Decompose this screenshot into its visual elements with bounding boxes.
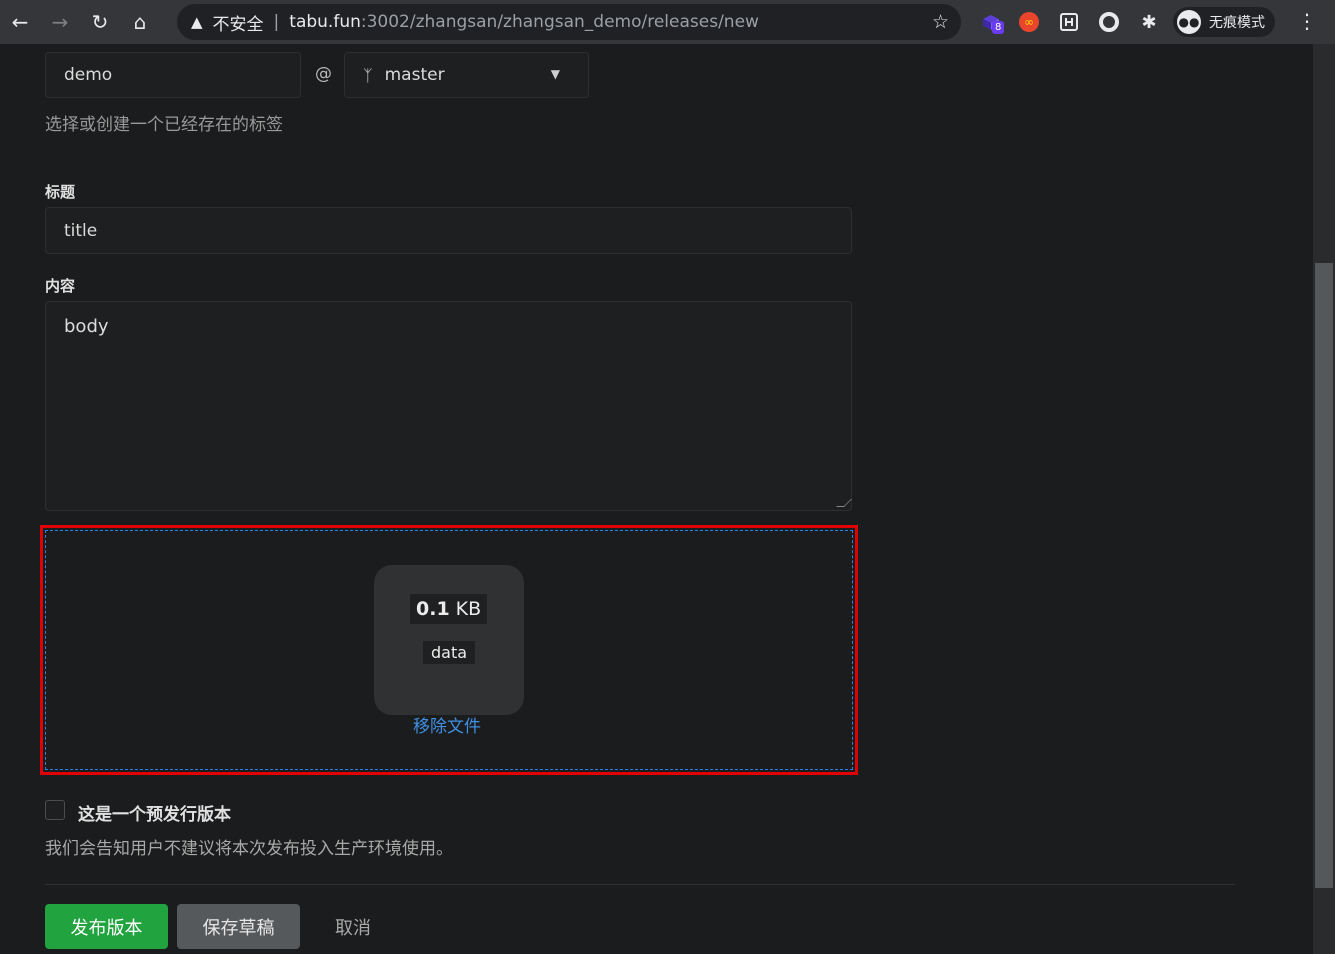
address-bar[interactable]: ▲ 不安全 | tabu.fun:3002/zhangsan/zhangsan_… (177, 4, 961, 40)
branch-value: master (384, 65, 445, 85)
save-draft-button[interactable]: 保存草稿 (177, 904, 300, 949)
browser-toolbar: ← → ↻ ⌂ ▲ 不安全 | tabu.fun:3002/zhangsan/z… (0, 0, 1335, 44)
title-input-value: title (64, 220, 98, 241)
back-icon[interactable]: ← (0, 0, 40, 44)
incognito-indicator[interactable]: ●● 无痕模式 (1173, 7, 1275, 37)
incognito-icon: ●● (1177, 10, 1201, 34)
at-symbol: @ (315, 64, 332, 84)
file-size-value: 0.1 (416, 598, 450, 620)
security-status: 不安全 (212, 14, 264, 35)
extension-badge: 8 (992, 21, 1005, 34)
infinity-extension-icon[interactable]: ∞ (1018, 11, 1040, 33)
file-name: data (423, 641, 476, 664)
divider (45, 884, 1235, 885)
url-host: tabu.fun (289, 12, 361, 32)
content-label: 内容 (45, 277, 76, 295)
bookmark-star-icon[interactable]: ☆ (932, 11, 949, 33)
git-branch-icon: ᛉ (363, 65, 373, 85)
cancel-button[interactable]: 取消 (320, 904, 386, 949)
separator: | (273, 12, 280, 32)
file-size-unit: KB (455, 598, 482, 620)
file-preview-card (374, 565, 524, 715)
title-label: 标题 (45, 183, 76, 201)
resize-handle[interactable] (836, 499, 852, 507)
prerelease-description: 我们会告知用户不建议将本次发布投入生产环境使用。 (45, 839, 453, 859)
circle-extension-icon[interactable] (1098, 11, 1120, 33)
remove-file-link[interactable]: 移除文件 (413, 712, 481, 737)
caret-down-icon: ▼ (550, 67, 560, 81)
content-textarea[interactable]: body (45, 301, 852, 511)
incognito-label: 无痕模式 (1209, 15, 1265, 31)
forward-icon[interactable]: → (40, 0, 80, 44)
extension-puzzle-cube-icon[interactable]: 8 (980, 11, 1005, 34)
tag-input[interactable]: demo (45, 52, 301, 98)
h-extension-icon[interactable] (1058, 11, 1080, 33)
file-size: 0.1 KB (410, 594, 488, 624)
tag-hint: 选择或创建一个已经存在的标签 (45, 115, 283, 135)
tag-input-value: demo (64, 65, 113, 85)
home-icon[interactable]: ⌂ (120, 0, 160, 44)
browser-menu-icon[interactable]: ⋮ (1297, 9, 1317, 33)
url-path: :3002/zhangsan/zhangsan_demo/releases/ne… (360, 12, 759, 32)
svg-text:∞: ∞ (1024, 15, 1034, 29)
scrollbar-thumb[interactable] (1315, 263, 1333, 888)
branch-dropdown[interactable]: ᛉ master ▼ (344, 52, 589, 98)
prerelease-label[interactable]: 这是一个预发行版本 (78, 800, 231, 825)
prerelease-checkbox[interactable] (45, 800, 65, 820)
extensions-puzzle-icon[interactable]: ✱ (1138, 11, 1160, 33)
warning-icon: ▲ (191, 13, 203, 31)
content-textarea-value: body (64, 316, 109, 337)
release-form-page: demo @ ᛉ master ▼ 选择或创建一个已经存在的标签 标题 titl… (0, 44, 1313, 954)
reload-icon[interactable]: ↻ (80, 0, 120, 44)
publish-release-button[interactable]: 发布版本 (45, 904, 168, 949)
title-input[interactable]: title (45, 207, 852, 254)
